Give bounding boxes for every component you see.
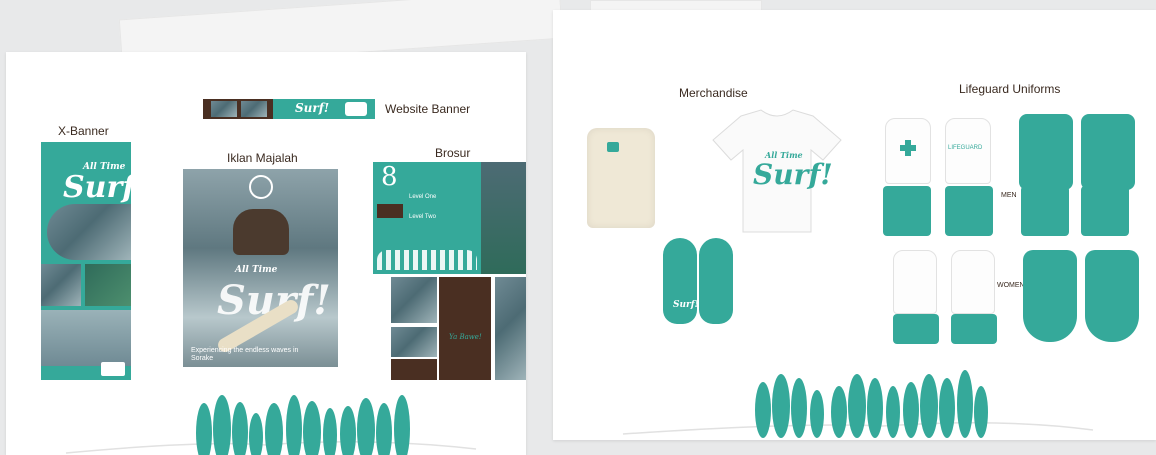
men-shorts-2 xyxy=(945,186,993,236)
website-banner: Surf! xyxy=(203,99,375,119)
flipflop-right xyxy=(699,238,733,324)
surfboards-decoration xyxy=(622,370,1094,438)
magazine-ad: All Time Surf! Experiencing the endless … xyxy=(183,169,338,367)
design-board-right: Merchandise Lifeguard Uniforms All Time … xyxy=(553,10,1156,440)
brochure-label: Brosur xyxy=(435,146,471,160)
brochure-number: 8 xyxy=(381,162,398,192)
brochure-front: 8 Level One Level Two xyxy=(373,162,526,274)
men-shorts-1 xyxy=(883,186,931,236)
women-lifeguard-tank xyxy=(951,250,995,314)
magazine-ad-label: Iklan Majalah xyxy=(227,151,298,165)
men-long-sleeve-2 xyxy=(1081,114,1135,190)
flipflop-brand: Surf! xyxy=(673,300,699,310)
men-tank-top xyxy=(885,118,931,184)
brochure-subheading: Level Two xyxy=(409,214,436,220)
women-shorts-1 xyxy=(893,314,939,344)
x-banner-brand: Surf! xyxy=(63,170,149,205)
men-long-sleeve-1 xyxy=(1019,114,1073,190)
flipflop-left xyxy=(663,238,697,324)
magazine-caption: Experiencing the endless waves in Sorake xyxy=(191,347,299,362)
website-banner-label: Website Banner xyxy=(385,102,471,116)
brochure-back: Ya Bawe! xyxy=(391,277,526,380)
design-board-left: Surf! Website Banner X-Banner All Time S… xyxy=(6,52,526,455)
surfboards-decoration xyxy=(65,395,477,455)
lifeguard-text: LIFEGUARD xyxy=(948,145,983,151)
merchandise-label: Merchandise xyxy=(679,86,748,100)
men-lifeguard-tank: LIFEGUARD xyxy=(945,118,991,184)
magazine-tagline: All Time xyxy=(235,265,278,275)
women-swimsuit-2 xyxy=(1085,250,1139,342)
men-shorts-4 xyxy=(1081,186,1129,236)
x-banner-label: X-Banner xyxy=(58,124,109,138)
lifeguard-uniforms-label: Lifeguard Uniforms xyxy=(959,82,1061,96)
brochure-stamp: Ya Bawe! xyxy=(449,333,482,341)
women-swimsuit-1 xyxy=(1023,250,1077,342)
men-shorts-3 xyxy=(1021,186,1069,236)
women-label: WOMEN xyxy=(997,282,1025,289)
women-shorts-2 xyxy=(951,314,997,344)
drawstring-bag xyxy=(587,128,655,228)
brochure-heading: Level One xyxy=(409,194,437,200)
tshirt-brand: Surf! xyxy=(753,158,833,191)
x-banner: All Time Surf! xyxy=(41,142,148,380)
women-tank-top xyxy=(893,250,937,314)
website-banner-brand: Surf! xyxy=(295,101,330,115)
men-label: MEN xyxy=(1001,192,1017,199)
